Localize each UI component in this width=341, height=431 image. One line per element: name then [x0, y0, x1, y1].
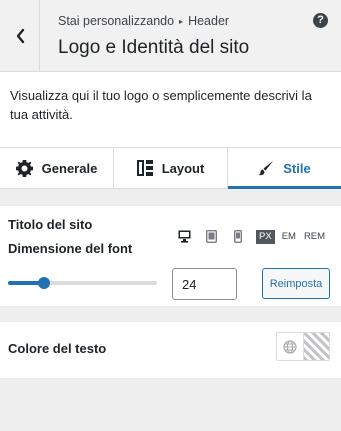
color-swatch[interactable]: [304, 333, 329, 360]
tab-stile[interactable]: Stile: [228, 148, 341, 189]
device-tablet[interactable]: [204, 229, 218, 243]
unit-rem[interactable]: REM: [304, 230, 325, 244]
tab-generale[interactable]: Generale: [0, 148, 114, 188]
paintbrush-icon: [258, 161, 274, 176]
customizer-header: Stai personalizzando ▸ Header Logo e Ident…: [0, 0, 341, 72]
site-title-section: Titolo del sito Dimensione del font PX E…: [0, 206, 341, 306]
globe-icon: [283, 339, 297, 354]
tab-bar: Generale Layout Stile: [0, 148, 341, 189]
layout-grid-icon: [136, 160, 153, 176]
gear-icon: [15, 159, 33, 177]
unit-switcher: PX EM REM: [256, 230, 325, 244]
font-size-slider[interactable]: [8, 277, 157, 289]
back-button[interactable]: [0, 0, 40, 71]
panel-title: Logo e Identità del sito: [58, 37, 250, 58]
unit-em[interactable]: EM: [282, 230, 296, 244]
breadcrumb-section: Header: [188, 14, 230, 28]
breadcrumb-prefix: Stai personalizzando: [58, 14, 175, 28]
question-circle-icon: ?: [317, 14, 324, 26]
device-mobile[interactable]: [231, 229, 245, 243]
font-size-label: Dimensione del font: [8, 241, 133, 256]
slider-handle[interactable]: [37, 277, 50, 289]
reset-button[interactable]: Reimposta: [262, 268, 330, 299]
device-switcher: [177, 229, 258, 243]
text-color-label: Colore del testo: [8, 341, 107, 356]
text-color-picker[interactable]: [276, 332, 330, 361]
section-description: Visualizza qui il tuo logo o semplicemen…: [0, 72, 341, 148]
breadcrumb-arrow-icon: ▸: [179, 17, 184, 26]
tablet-icon: [205, 229, 217, 243]
device-desktop[interactable]: [177, 229, 191, 243]
tab-label: Layout: [161, 160, 205, 176]
text-color-section: Colore del testo: [0, 322, 341, 378]
global-color-button[interactable]: [277, 333, 304, 360]
site-title-heading: Titolo del sito: [8, 217, 93, 232]
help-button[interactable]: ?: [313, 13, 328, 28]
mobile-icon: [234, 229, 242, 243]
tab-label: Generale: [41, 160, 98, 176]
breadcrumb: Stai personalizzando ▸ Header: [58, 14, 229, 28]
unit-px[interactable]: PX: [256, 230, 275, 244]
tab-layout[interactable]: Layout: [114, 148, 228, 188]
font-size-input[interactable]: [172, 268, 237, 300]
chevron-left-icon: [16, 28, 24, 43]
tab-label: Stile: [283, 160, 311, 176]
desktop-icon: [178, 230, 190, 243]
